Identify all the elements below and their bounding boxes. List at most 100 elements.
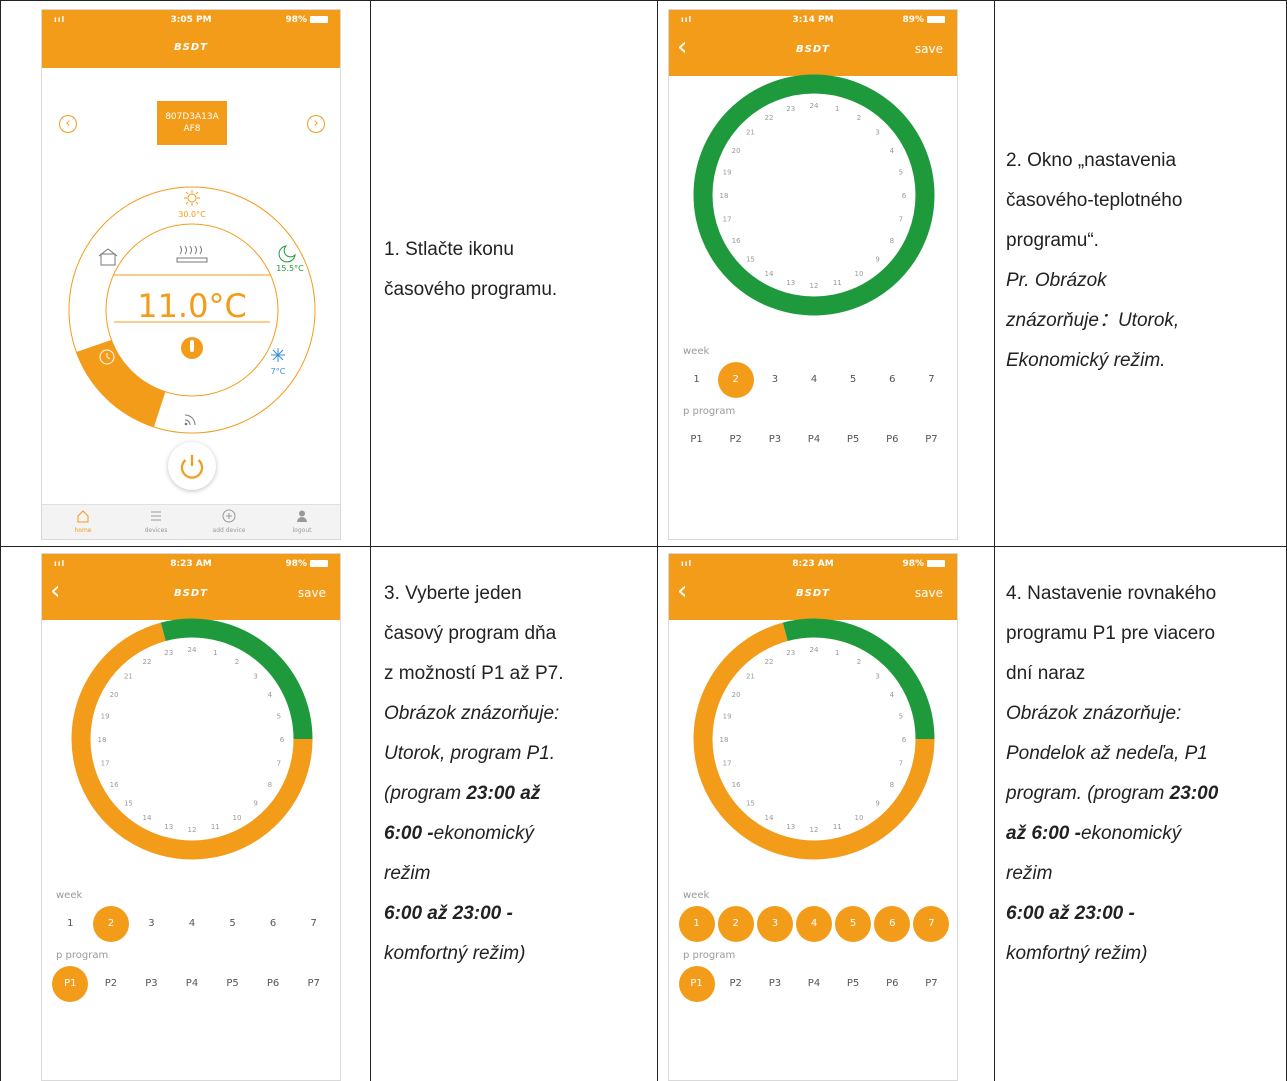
program-p7-button[interactable]: P7 <box>296 966 332 1002</box>
hour-label: 13 <box>786 823 795 831</box>
hour-label: 15 <box>746 800 755 808</box>
program-label: p program <box>56 950 109 961</box>
hour-label: 22 <box>765 114 774 122</box>
day-1-button[interactable]: 1 <box>52 906 88 942</box>
day-3-button[interactable]: 3 <box>756 906 793 942</box>
day-5-button[interactable]: 5 <box>835 362 871 398</box>
program-row: P1 P2 P3 P4 P5 P6 P7 <box>677 422 949 458</box>
away-mode-icon[interactable] <box>98 248 118 266</box>
schedule-segment[interactable] <box>76 340 166 427</box>
hour-label: 1 <box>835 649 839 657</box>
hour-label: 9 <box>875 256 879 264</box>
hour-label: 7 <box>899 759 903 767</box>
hour-label: 16 <box>732 781 741 789</box>
step-3-text: 3. Vyberte jeden časový program dňa z mo… <box>384 583 564 964</box>
hour-label: 12 <box>188 826 197 834</box>
week-day-row: 1234567 <box>677 362 949 398</box>
day-7-button[interactable]: 7 <box>296 906 332 942</box>
prev-device-button[interactable]: ‹ <box>59 115 77 133</box>
power-button[interactable] <box>168 442 216 490</box>
schedule-ring[interactable]: 1234567891011121314151617181920212223 24 <box>669 554 958 874</box>
program-p2-button[interactable]: P2 <box>718 422 754 458</box>
moon-icon[interactable] <box>278 245 296 263</box>
device-id-line1: 807D3A13A <box>165 112 219 122</box>
hour-label: 18 <box>98 736 107 744</box>
nav-devices-label: devices <box>144 527 168 534</box>
hour-label: 20 <box>732 691 741 699</box>
day-6-button[interactable]: 6 <box>874 906 911 942</box>
hour-label: 5 <box>899 713 903 721</box>
hour-label: 12 <box>810 826 819 834</box>
program-p3-button[interactable]: P3 <box>133 966 169 1002</box>
day-2-button[interactable]: 2 <box>717 906 754 942</box>
snowflake-icon[interactable] <box>271 348 285 362</box>
day-4-button[interactable]: 4 <box>796 906 832 942</box>
day-1-button[interactable]: 1 <box>679 362 715 398</box>
hour-label: 1 <box>835 105 839 113</box>
program-p1-button[interactable]: P1 <box>52 966 89 1002</box>
day-4-button[interactable]: 4 <box>796 362 832 398</box>
hour-label: 21 <box>746 128 755 136</box>
next-device-button[interactable]: › <box>307 115 325 133</box>
hour-label: 3 <box>875 672 879 680</box>
program-p4-button[interactable]: P4 <box>174 966 210 1002</box>
day-6-button[interactable]: 6 <box>255 906 291 942</box>
program-p1-button[interactable]: P1 <box>679 422 715 458</box>
schedule-ring[interactable]: 1234567891011121314151617181920212223 24 <box>669 10 958 330</box>
program-p4-button[interactable]: P4 <box>796 966 832 1002</box>
day-7-button[interactable]: 7 <box>913 362 949 398</box>
program-p2-button[interactable]: P2 <box>718 966 754 1002</box>
sun-icon[interactable] <box>184 190 200 206</box>
hour-label: 3 <box>253 672 257 680</box>
add-icon <box>222 509 236 523</box>
hour-label: 6 <box>902 736 907 744</box>
day-3-button[interactable]: 3 <box>133 906 169 942</box>
thermostat-dial: 30.0°C 15.5°C 11.0°C 7°C <box>68 186 316 434</box>
day-7-button[interactable]: 7 <box>913 906 950 942</box>
day-2-button[interactable]: 2 <box>717 362 754 398</box>
hour-label: 9 <box>253 800 257 808</box>
device-id-badge[interactable]: 807D3A13A AF8 <box>157 101 227 145</box>
program-p5-button[interactable]: P5 <box>215 966 251 1002</box>
nav-logout-label: logout <box>292 527 312 534</box>
program-p6-button[interactable]: P6 <box>255 966 291 1002</box>
ring-segment-economy[interactable] <box>160 618 313 740</box>
hour-label: 8 <box>890 781 894 789</box>
program-p6-button[interactable]: P6 <box>874 966 910 1002</box>
program-p5-button[interactable]: P5 <box>835 966 871 1002</box>
day-2-button[interactable]: 2 <box>92 906 129 942</box>
table-border <box>994 0 995 1081</box>
day-1-button[interactable]: 1 <box>678 906 715 942</box>
hour-label: 15 <box>124 800 133 808</box>
moon-temperature: 15.5°C <box>276 264 304 273</box>
nav-logout[interactable]: logout <box>278 508 326 534</box>
program-p1-button[interactable]: P1 <box>678 966 715 1002</box>
day-6-button[interactable]: 6 <box>874 362 910 398</box>
nav-devices[interactable]: devices <box>132 508 180 534</box>
hour-label: 20 <box>110 691 119 699</box>
program-p3-button[interactable]: P3 <box>757 422 793 458</box>
day-4-button[interactable]: 4 <box>174 906 210 942</box>
program-p4-button[interactable]: P4 <box>796 422 832 458</box>
program-p6-button[interactable]: P6 <box>874 422 910 458</box>
program-p7-button[interactable]: P7 <box>913 422 949 458</box>
program-p3-button[interactable]: P3 <box>757 966 793 1002</box>
nav-home[interactable]: home <box>59 508 107 534</box>
thermometer-icon[interactable] <box>181 337 203 359</box>
ring-segment-economy[interactable] <box>693 74 935 316</box>
hour-label: 10 <box>855 270 864 278</box>
table-border <box>0 0 1 1081</box>
nav-add-device[interactable]: add device <box>205 508 253 534</box>
program-p2-button[interactable]: P2 <box>93 966 129 1002</box>
table-border <box>0 546 1287 547</box>
day-5-button[interactable]: 5 <box>835 906 872 942</box>
schedule-ring[interactable]: 1234567891011121314151617181920212223 24 <box>42 554 341 874</box>
table-border <box>0 0 1287 1</box>
hour-label: 17 <box>723 215 732 223</box>
step-1-text: 1. Stlačte ikonu časového programu. <box>384 239 558 300</box>
program-p7-button[interactable]: P7 <box>913 966 949 1002</box>
program-p5-button[interactable]: P5 <box>835 422 871 458</box>
day-3-button[interactable]: 3 <box>757 362 793 398</box>
ring-segment-economy[interactable] <box>782 618 935 740</box>
day-5-button[interactable]: 5 <box>215 906 251 942</box>
